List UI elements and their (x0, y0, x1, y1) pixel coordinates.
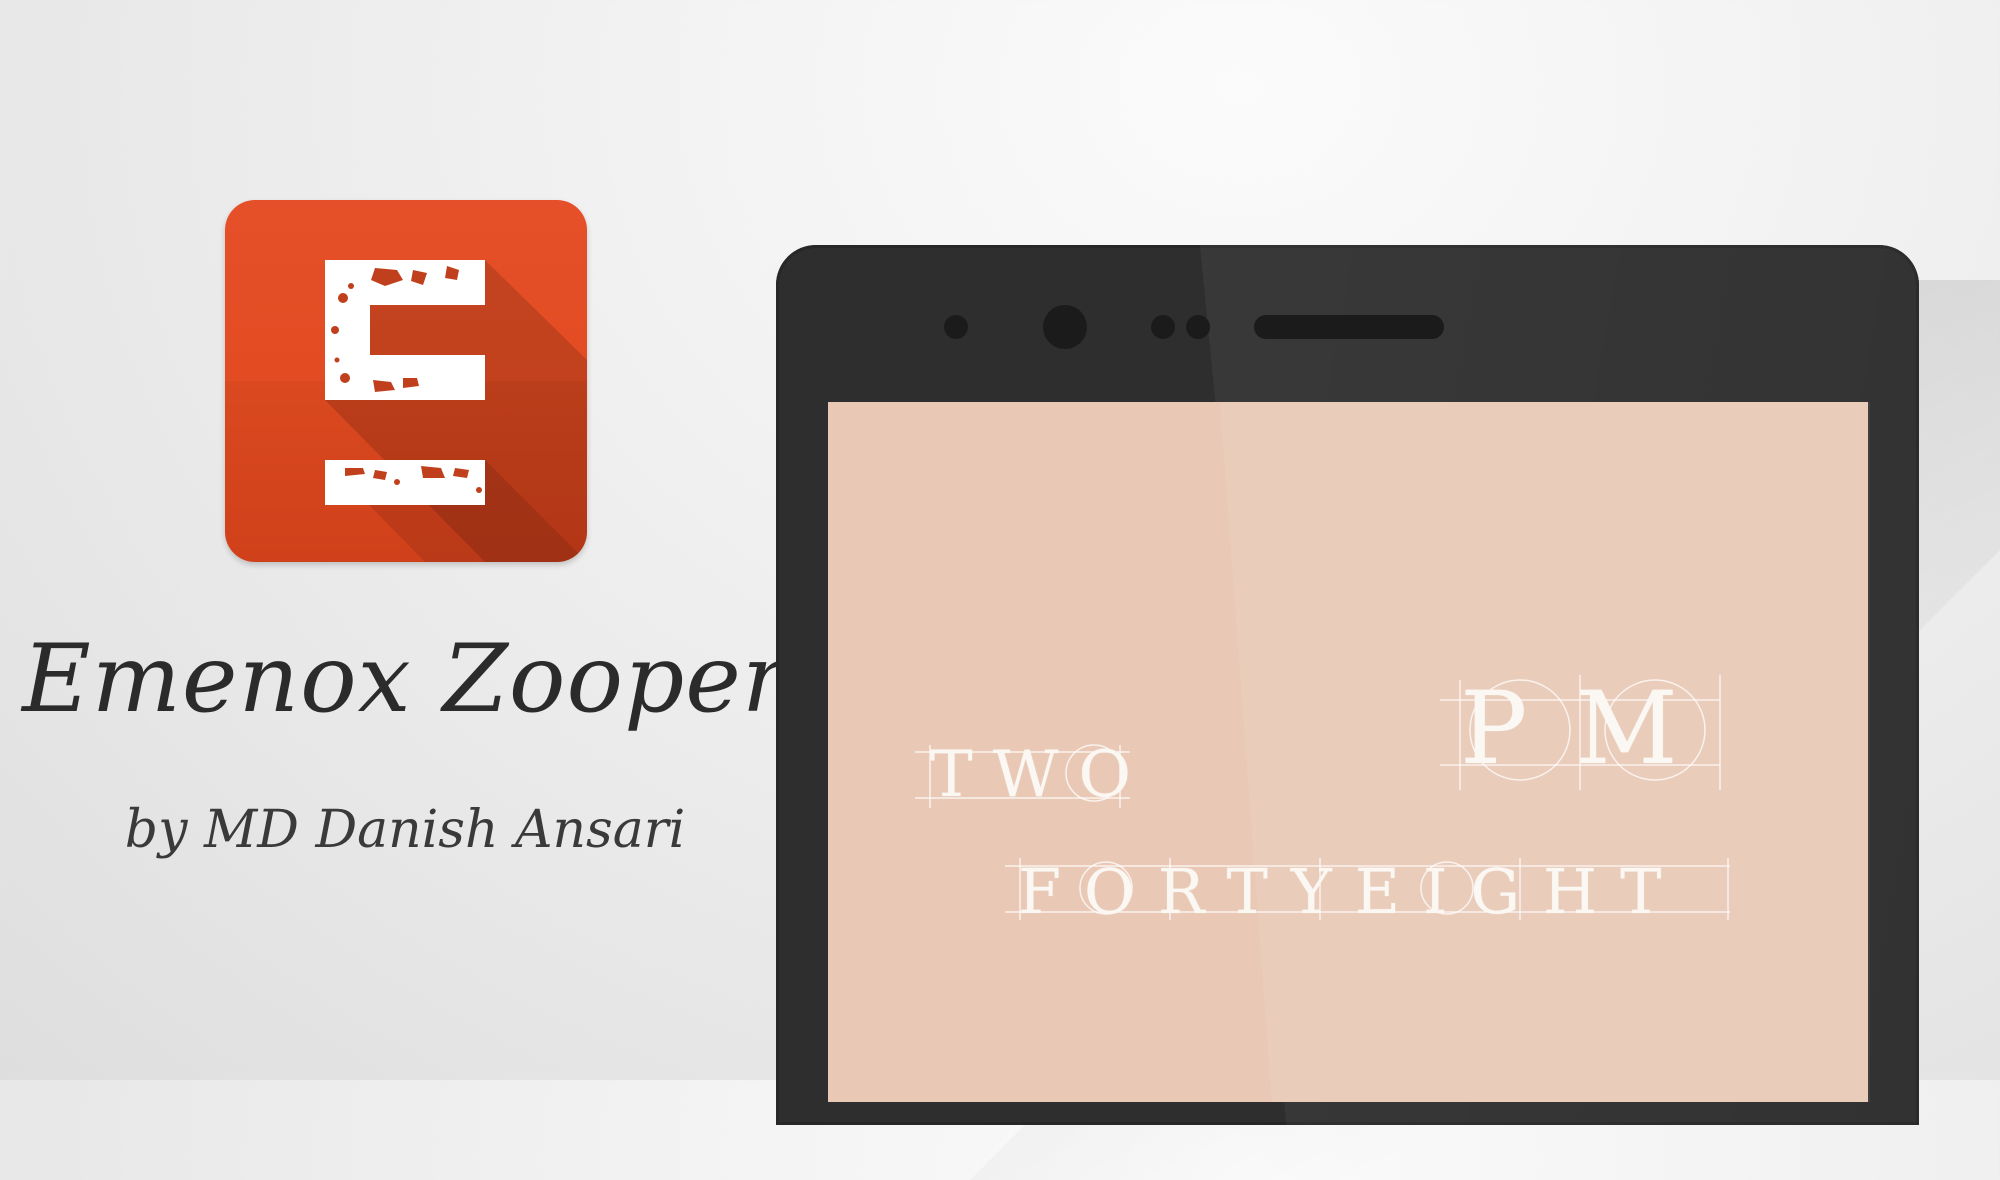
speaker-grill (1254, 315, 1444, 339)
app-title: Emenox Zooper (22, 625, 788, 734)
front-camera-icon (1043, 305, 1087, 349)
letter-e-icon (225, 260, 587, 562)
author-credit: by MD Danish Ansari (124, 800, 686, 860)
clock-ampm-text: PM (1460, 670, 1726, 787)
clock-minute-text: FORTYEIGHT (1018, 855, 1685, 928)
app-icon (225, 200, 587, 562)
clock-hour-text: TWO (930, 738, 1151, 812)
light-sensor (1186, 315, 1210, 339)
proximity-sensor (1151, 315, 1175, 339)
front-sensor (944, 315, 968, 339)
